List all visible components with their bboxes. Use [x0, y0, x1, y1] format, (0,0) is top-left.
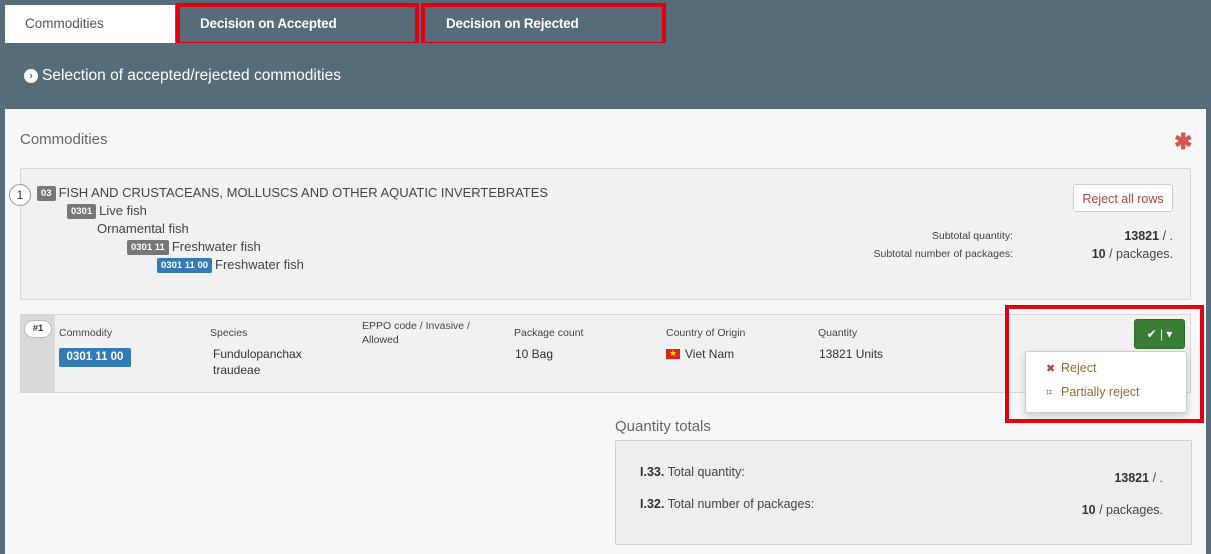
section-header: › Selection of accepted/rejected commodit… [5, 43, 1206, 109]
total-packages-unit: / packages. [1095, 503, 1163, 517]
col-header-eppo: EPPO code / Invasive / Allowed [362, 320, 470, 346]
total-quantity-text: Total quantity: [664, 465, 745, 479]
commodity-group-box: 03 FISH AND CRUSTACEANS, MOLLUSCS AND OTH… [20, 168, 1191, 300]
total-packages-value: 10 / packages. [996, 503, 1163, 517]
tree-level-heading: 0301 Live fish [67, 203, 147, 219]
tree-label: Live fish [99, 203, 147, 218]
code-tag: 0301 11 [127, 240, 169, 255]
tree-level-subgroup: Ornamental fish [97, 221, 189, 236]
code-tag: 0301 [67, 204, 97, 219]
subtotal-quantity-value: 13821 / . [1021, 229, 1173, 243]
subtotal-packages-label: Subtotal number of packages: [873, 248, 1013, 260]
col-header-country: Country of Origin [666, 327, 746, 339]
package-count-value: 10 Bag [515, 347, 554, 361]
total-quantity-label: I.33. Total quantity: [640, 465, 745, 479]
highlight-accepted-tab [176, 3, 419, 46]
commodities-title: Commodities [20, 131, 108, 148]
total-quantity-value: 13821 / . [996, 471, 1163, 485]
total-quantity-unit: / . [1149, 471, 1163, 485]
highlight-action-area [1005, 305, 1204, 423]
tab-commodities-selection[interactable]: Commodities selection [5, 5, 175, 69]
total-packages-number: 10 [1081, 503, 1096, 517]
col-header-quantity: Quantity [818, 327, 858, 339]
total-quantity-code: I.33. [640, 465, 665, 479]
subtotal-packages-value: 10 / packages. [1021, 247, 1173, 261]
tree-level-commodity: 0301 11 00 Freshwater fish [157, 257, 304, 273]
total-packages-text: Total number of packages: [664, 497, 815, 511]
quantity-value: 13821 Units [819, 347, 884, 361]
tree-label: FISH AND CRUSTACEANS, MOLLUSCS AND OTHER… [58, 185, 549, 200]
header-title-text: Selection of accepted/rejected commoditi… [42, 67, 341, 84]
subtotal-packages-number: 10 [1091, 247, 1106, 261]
species-value: Fundulopanchax traudeae [213, 347, 302, 377]
chevron-circle-right-icon: › [24, 69, 38, 83]
code-tag: 0301 11 00 [157, 258, 213, 273]
required-asterisk-icon: ✱ [1174, 129, 1193, 154]
col-header-commodity: Commodity [59, 327, 113, 339]
tree-label: Ornamental fish [97, 221, 189, 236]
reject-all-rows-button[interactable]: Reject all rows [1073, 184, 1173, 212]
country-name: Viet Nam [685, 347, 735, 361]
tree-level-subheading: 0301 11 Freshwater fish [127, 239, 261, 255]
subtotal-quantity-label: Subtotal quantity: [931, 230, 1013, 242]
group-index-badge: 1 [9, 184, 31, 206]
quantity-totals-title: Quantity totals [615, 418, 711, 435]
tree-label: Freshwater fish [215, 257, 304, 272]
row-number: #1 [24, 320, 52, 338]
country-value: Viet Nam [666, 346, 734, 362]
header-title[interactable]: › Selection of accepted/rejected commodit… [24, 67, 341, 85]
tree-label: Freshwater fish [171, 239, 261, 254]
quantity-totals-box: I.33. Total quantity: 13821 / . I.32. To… [615, 440, 1192, 545]
subtotal-packages-unit: / packages. [1105, 247, 1173, 261]
highlight-rejected-tab [421, 3, 666, 46]
vietnam-flag-icon [666, 346, 680, 360]
total-packages-code: I.32. [640, 497, 665, 511]
code-tag: 03 [37, 186, 56, 201]
total-quantity-number: 13821 [1114, 471, 1150, 485]
total-packages-label: I.32. Total number of packages: [640, 497, 814, 511]
col-header-package-count: Package count [514, 327, 584, 339]
commodity-code-badge[interactable]: 0301 11 00 [59, 348, 131, 367]
subtotal-quantity-number: 13821 [1124, 229, 1160, 243]
col-header-species: Species [210, 327, 248, 339]
subtotal-quantity-unit: / . [1159, 229, 1173, 243]
tree-level-chapter: 03 FISH AND CRUSTACEANS, MOLLUSCS AND OTH… [37, 185, 548, 201]
